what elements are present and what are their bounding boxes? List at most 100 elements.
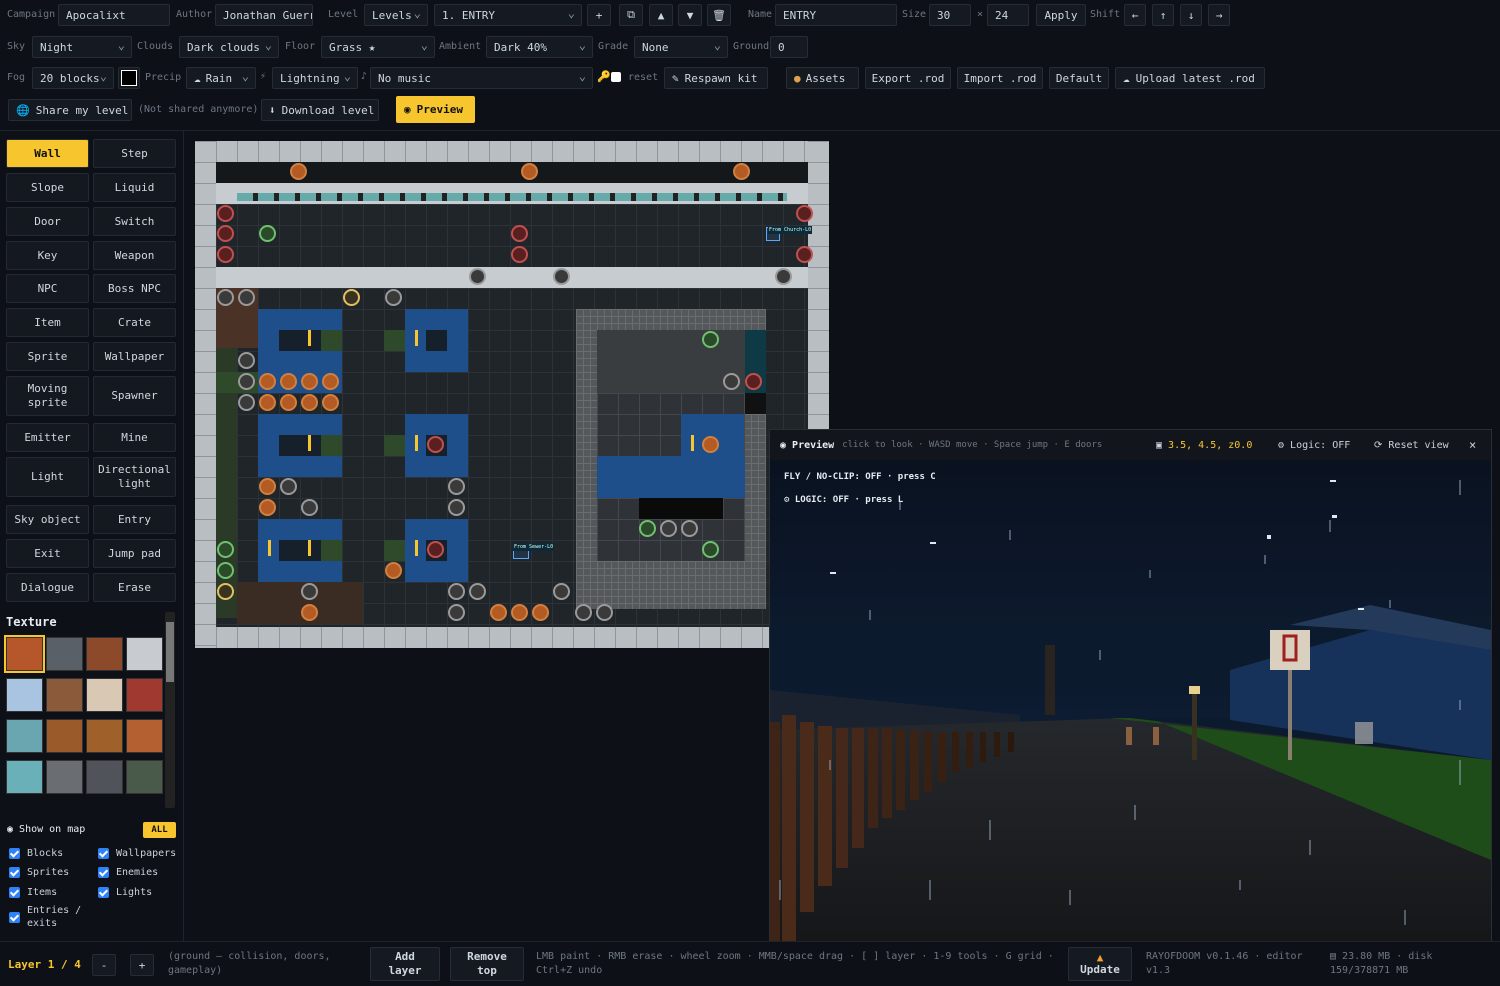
clouds-select[interactable]: Dark clouds — [179, 36, 279, 58]
map-entity[interactable] — [385, 562, 402, 579]
map-entity[interactable] — [702, 541, 719, 558]
size-width-input[interactable]: 30 — [929, 4, 971, 26]
map-entity[interactable] — [511, 225, 528, 242]
export-button[interactable]: Export .rod — [865, 67, 951, 89]
preview-button[interactable]: ◉ Preview — [396, 96, 475, 123]
map-entity[interactable] — [301, 394, 318, 411]
layer-minus-button[interactable]: - — [92, 954, 116, 976]
arrow-up-icon[interactable]: ↑ — [1152, 4, 1174, 26]
map-entity[interactable] — [702, 436, 719, 453]
import-button[interactable]: Import .rod — [957, 67, 1043, 89]
reset-checkbox[interactable] — [611, 72, 621, 82]
map-entity[interactable] — [301, 373, 318, 390]
tool-crate-button[interactable]: Crate — [93, 308, 176, 337]
map-entity[interactable] — [238, 394, 255, 411]
tool-directional-light-button[interactable]: Directional light — [93, 457, 176, 497]
campaign-input[interactable]: Apocalixt — [58, 4, 170, 26]
tool-switch-button[interactable]: Switch — [93, 207, 176, 236]
texture-swatch[interactable] — [6, 719, 43, 753]
tool-sky-object-button[interactable]: Sky object — [6, 505, 89, 534]
add-level-button[interactable]: + — [587, 4, 611, 26]
map-entity[interactable] — [490, 604, 507, 621]
update-button[interactable]: ▲ Update — [1068, 947, 1132, 981]
map-entity[interactable] — [448, 478, 465, 495]
tool-spawner-button[interactable]: Spawner — [93, 376, 176, 416]
map-entity[interactable] — [259, 225, 276, 242]
sprites-checkbox[interactable]: Sprites — [9, 866, 69, 879]
map-entity[interactable] — [745, 373, 762, 390]
author-input[interactable]: Jonathan Guerr — [215, 4, 313, 26]
texture-swatch[interactable] — [126, 678, 163, 712]
items-checkbox[interactable]: Items — [9, 886, 57, 899]
apply-button[interactable]: Apply — [1036, 4, 1086, 26]
map-entity[interactable] — [448, 583, 465, 600]
map-entity[interactable] — [511, 604, 528, 621]
map-entity[interactable] — [521, 163, 538, 180]
map-entity[interactable] — [448, 604, 465, 621]
add-layer-button[interactable]: Add layer — [370, 947, 440, 981]
arrow-left-icon[interactable]: ← — [1124, 4, 1146, 26]
map-entity[interactable] — [322, 394, 339, 411]
texture-swatch[interactable] — [6, 760, 43, 794]
tool-step-button[interactable]: Step — [93, 139, 176, 168]
music-select[interactable]: No music — [370, 67, 593, 89]
tool-jump-pad-button[interactable]: Jump pad — [93, 539, 176, 568]
map-entity[interactable] — [469, 583, 486, 600]
name-input[interactable]: ENTRY — [775, 4, 897, 26]
map-entity[interactable] — [259, 373, 276, 390]
map-entity[interactable] — [427, 436, 444, 453]
texture-swatch[interactable] — [86, 678, 123, 712]
remove-top-button[interactable]: Remove top — [450, 947, 524, 981]
texture-swatch[interactable] — [6, 678, 43, 712]
upload-button[interactable]: ☁ Upload latest .rod — [1115, 67, 1265, 89]
entries-exits-checkbox[interactable]: Entries / exits — [9, 904, 89, 930]
map-entity[interactable] — [575, 604, 592, 621]
level-select[interactable]: 1. ENTRY — [434, 4, 582, 26]
move-down-button[interactable]: ▼ — [678, 4, 702, 26]
map-entity[interactable] — [217, 583, 234, 600]
respawn-kit-button[interactable]: ✎ Respawn kit — [664, 67, 768, 89]
map-entity[interactable] — [681, 520, 698, 537]
texture-swatch[interactable] — [126, 760, 163, 794]
map-entity[interactable] — [301, 499, 318, 516]
assets-button[interactable]: ● Assets — [786, 67, 859, 89]
texture-scrollbar[interactable] — [165, 612, 175, 808]
tool-item-button[interactable]: Item — [6, 308, 89, 337]
texture-swatch[interactable] — [126, 719, 163, 753]
tool-mine-button[interactable]: Mine — [93, 423, 176, 452]
map-entity[interactable] — [775, 268, 792, 285]
map-entity[interactable] — [660, 520, 677, 537]
map-entity[interactable] — [290, 163, 307, 180]
map-entity[interactable] — [259, 478, 276, 495]
blocks-checkbox[interactable]: Blocks — [9, 847, 63, 860]
map-entity[interactable] — [385, 289, 402, 306]
trash-icon[interactable]: 🗑 — [707, 4, 731, 26]
preview-window[interactable]: ◉ Preview click to look · WASD move · Sp… — [769, 429, 1492, 949]
map-entity[interactable] — [596, 604, 613, 621]
texture-swatch[interactable] — [46, 760, 83, 794]
texture-swatch[interactable] — [4, 635, 45, 673]
map-entity[interactable] — [238, 373, 255, 390]
precip-select[interactable]: ☁ Rain — [186, 67, 256, 89]
fog-select[interactable]: 20 blocks — [32, 67, 114, 89]
levels-select[interactable]: Levels — [364, 4, 428, 26]
ambient-select[interactable]: Dark 40% — [486, 36, 593, 58]
map-entity[interactable] — [796, 205, 813, 222]
grade-select[interactable]: None — [634, 36, 728, 58]
map-entity[interactable] — [259, 394, 276, 411]
close-icon[interactable]: × — [1469, 438, 1476, 452]
move-up-button[interactable]: ▲ — [649, 4, 673, 26]
texture-swatch[interactable] — [86, 719, 123, 753]
share-button[interactable]: 🌐 Share my level — [8, 99, 132, 121]
map-entity[interactable] — [723, 373, 740, 390]
wallpapers-checkbox[interactable]: Wallpapers — [98, 847, 176, 860]
tool-door-button[interactable]: Door — [6, 207, 89, 236]
tool-wall-button[interactable]: Wall — [6, 139, 89, 168]
texture-swatch[interactable] — [46, 719, 83, 753]
default-button[interactable]: Default — [1049, 67, 1109, 89]
tool-erase-button[interactable]: Erase — [93, 573, 176, 602]
tool-liquid-button[interactable]: Liquid — [93, 173, 176, 202]
map-entity[interactable] — [639, 520, 656, 537]
map-entity[interactable] — [217, 205, 234, 222]
map-entity[interactable] — [217, 289, 234, 306]
